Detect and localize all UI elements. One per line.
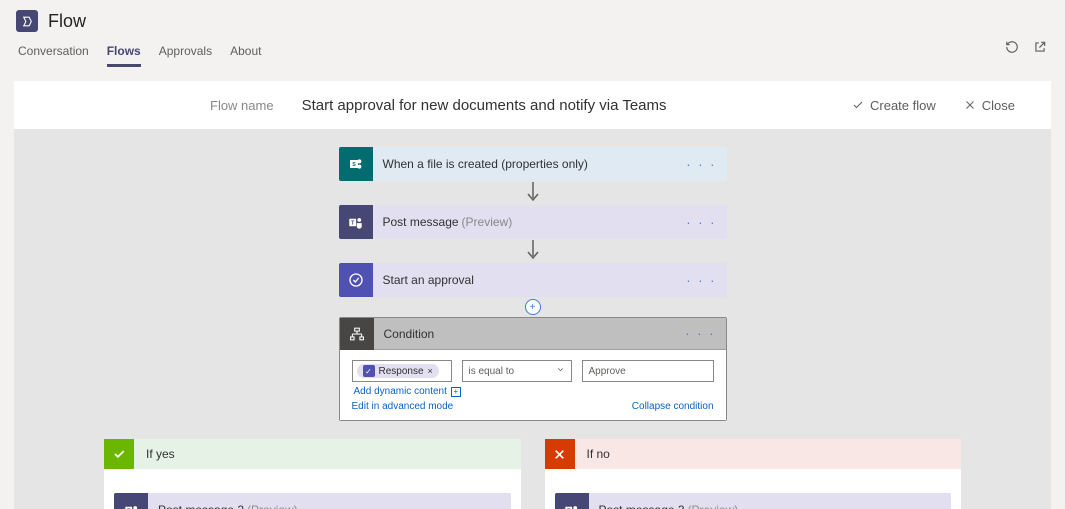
start-approval-card[interactable]: Start an approval · · · bbox=[339, 263, 727, 297]
post-message-2-title: Post message 2(Preview) bbox=[148, 503, 308, 509]
flow-logo bbox=[16, 10, 38, 32]
if-no-branch: If no T Post message 3(Preview) · · · bbox=[545, 439, 962, 509]
popout-icon[interactable] bbox=[1033, 40, 1047, 57]
flow-name-label: Flow name bbox=[210, 98, 274, 113]
arrow-icon bbox=[527, 181, 539, 205]
if-yes-branch: If yes T Post message 2(Preview) · · · bbox=[104, 439, 521, 509]
add-dynamic-content-link[interactable]: Add dynamic content + bbox=[354, 386, 714, 397]
app-tabs: Conversation Flows Approvals About bbox=[16, 42, 1049, 67]
if-yes-title: If yes bbox=[146, 447, 175, 461]
refresh-icon[interactable] bbox=[1005, 40, 1019, 57]
start-approval-more-icon[interactable]: · · · bbox=[686, 273, 716, 288]
condition-icon bbox=[340, 318, 374, 350]
flow-name-bar: Flow name Start approval for new documen… bbox=[14, 81, 1051, 129]
condition-title: Condition bbox=[374, 327, 445, 341]
post-message-3-title: Post message 3(Preview) bbox=[589, 503, 749, 509]
chevron-down-icon bbox=[556, 365, 565, 377]
condition-more-icon[interactable]: · · · bbox=[685, 326, 715, 341]
dynamic-content-icon: + bbox=[451, 387, 461, 397]
condition-left-operand[interactable]: ✓ Response × bbox=[352, 360, 452, 382]
approval-icon bbox=[339, 263, 373, 297]
tab-conversation[interactable]: Conversation bbox=[18, 42, 89, 67]
tab-flows[interactable]: Flows bbox=[107, 42, 141, 67]
collapse-condition-link[interactable]: Collapse condition bbox=[632, 401, 714, 412]
response-token[interactable]: ✓ Response × bbox=[357, 364, 439, 378]
teams-icon: T bbox=[555, 493, 589, 509]
trigger-card[interactable]: S When a file is created (properties onl… bbox=[339, 147, 727, 181]
close-button[interactable]: Close bbox=[964, 98, 1015, 113]
teams-icon: T bbox=[114, 493, 148, 509]
condition-operator-select[interactable]: is equal to bbox=[462, 360, 572, 382]
close-icon bbox=[545, 439, 575, 469]
add-step-node[interactable]: + bbox=[525, 299, 541, 315]
remove-token-icon[interactable]: × bbox=[428, 366, 433, 376]
post-message-more-icon[interactable]: · · · bbox=[686, 215, 716, 230]
post-message-3-card[interactable]: T Post message 3(Preview) · · · bbox=[555, 493, 952, 509]
flow-name-value[interactable]: Start approval for new documents and not… bbox=[302, 97, 667, 114]
condition-card[interactable]: Condition · · · ✓ Response × is equal to bbox=[339, 317, 727, 421]
post-message-2-card[interactable]: T Post message 2(Preview) · · · bbox=[114, 493, 511, 509]
svg-text:S: S bbox=[352, 162, 356, 168]
edit-advanced-link[interactable]: Edit in advanced mode bbox=[352, 401, 454, 412]
token-icon: ✓ bbox=[363, 365, 375, 377]
check-icon bbox=[104, 439, 134, 469]
start-approval-title: Start an approval bbox=[373, 273, 484, 287]
svg-text:T: T bbox=[351, 220, 355, 226]
condition-value-input[interactable]: Approve bbox=[582, 360, 714, 382]
designer-scroll[interactable]: Flow name Start approval for new documen… bbox=[14, 81, 1051, 509]
arrow-icon bbox=[527, 239, 539, 263]
trigger-more-icon[interactable]: · · · bbox=[686, 157, 716, 172]
post-message-card[interactable]: T Post message(Preview) · · · bbox=[339, 205, 727, 239]
if-no-title: If no bbox=[587, 447, 610, 461]
sharepoint-icon: S bbox=[339, 147, 373, 181]
create-flow-button[interactable]: Create flow bbox=[852, 98, 936, 113]
post-message-3-more-icon[interactable]: · · · bbox=[911, 503, 941, 509]
app-title: Flow bbox=[48, 11, 86, 32]
tab-about[interactable]: About bbox=[230, 42, 261, 67]
post-message-title: Post message(Preview) bbox=[373, 215, 523, 229]
trigger-title: When a file is created (properties only) bbox=[373, 157, 598, 171]
post-message-2-more-icon[interactable]: · · · bbox=[470, 503, 500, 509]
tab-approvals[interactable]: Approvals bbox=[159, 42, 212, 67]
teams-icon: T bbox=[339, 205, 373, 239]
